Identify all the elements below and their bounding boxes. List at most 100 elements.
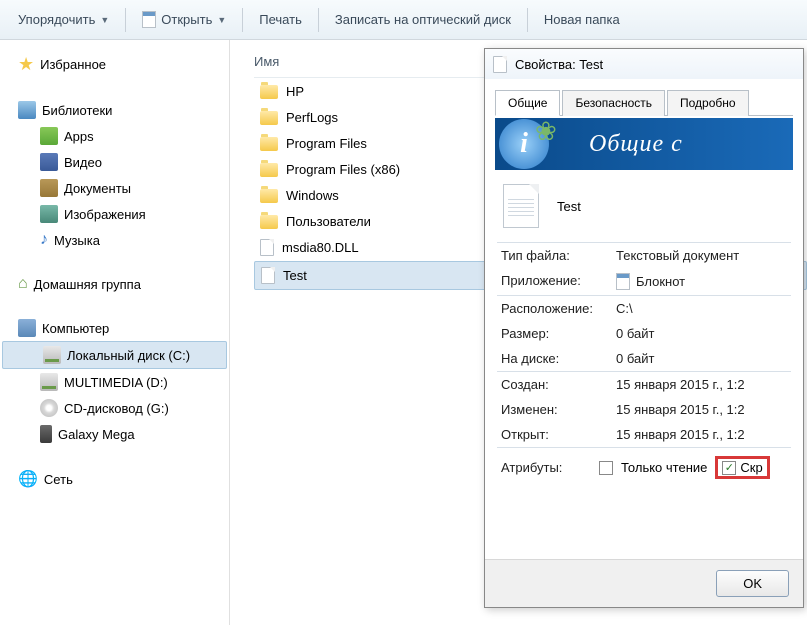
separator (125, 8, 126, 32)
file-header: Test (495, 170, 793, 242)
dialog-titlebar[interactable]: Свойства: Test (485, 49, 803, 79)
banner-text: Общие с (589, 131, 683, 158)
dialog-button-bar: OK (485, 559, 803, 607)
drive-c[interactable]: Локальный диск (C:) (2, 341, 227, 369)
homegroup-label: Домашняя группа (34, 277, 141, 292)
readonly-label: Только чтение (621, 460, 707, 475)
lib-label: Видео (64, 155, 102, 170)
lib-label: Apps (64, 129, 94, 144)
music-icon: ♪ (40, 231, 48, 249)
hidden-label: Скр (740, 460, 762, 475)
file-icon (493, 56, 507, 73)
disk-label: На диске: (501, 351, 616, 366)
ok-button[interactable]: OK (716, 570, 789, 597)
file-name: HP (286, 84, 304, 99)
notepad-icon (616, 273, 630, 290)
file-icon (261, 267, 275, 284)
app-value: Блокнот (616, 273, 787, 290)
disk-icon (43, 346, 61, 364)
network-label: Сеть (44, 472, 73, 487)
tab-general[interactable]: Общие (495, 90, 560, 116)
lib-label: Музыка (54, 233, 100, 248)
opened-label: Открыт: (501, 427, 616, 442)
folder-icon (260, 137, 278, 151)
folder-icon (260, 189, 278, 203)
tab-security[interactable]: Безопасность (562, 90, 665, 116)
folder-icon (260, 163, 278, 177)
tab-details[interactable]: Подробно (667, 90, 749, 116)
folder-icon (260, 85, 278, 99)
drive-d[interactable]: MULTIMEDIA (D:) (0, 369, 229, 395)
hidden-checkbox[interactable] (722, 461, 736, 475)
file-name: PerfLogs (286, 110, 338, 125)
attr-label: Атрибуты: (501, 460, 591, 475)
type-value: Текстовый документ (616, 248, 787, 263)
lib-images[interactable]: Изображения (0, 201, 229, 227)
favorites-label: Избранное (40, 57, 106, 72)
burn-label: Записать на оптический диск (335, 12, 511, 27)
open-button[interactable]: Открыть ▼ (134, 7, 234, 32)
network-node[interactable]: 🌐 Сеть (0, 465, 229, 493)
app-name: Блокнот (636, 274, 685, 289)
favorites-node[interactable]: ★ Избранное (0, 50, 229, 79)
type-label: Тип файла: (501, 248, 616, 263)
chevron-down-icon: ▼ (217, 15, 226, 25)
drive-cd[interactable]: CD-дисковод (G:) (0, 395, 229, 421)
separator (318, 8, 319, 32)
drive-label: CD-дисковод (G:) (64, 401, 169, 416)
tab-strip: Общие Безопасность Подробно (495, 89, 793, 116)
new-folder-label: Новая папка (544, 12, 620, 27)
large-file-icon (503, 184, 539, 228)
loc-label: Расположение: (501, 301, 616, 316)
modified-value: 15 января 2015 г., 1:2 (616, 402, 787, 417)
banner: i ❀ Общие с (495, 118, 793, 170)
file-icon (260, 239, 274, 256)
disk-icon (40, 373, 58, 391)
created-label: Создан: (501, 377, 616, 392)
video-icon (40, 153, 58, 171)
star-icon: ★ (18, 54, 34, 75)
folder-icon (260, 215, 278, 229)
computer-icon (18, 319, 36, 337)
created-value: 15 января 2015 г., 1:2 (616, 377, 787, 392)
loc-value: C:\ (616, 301, 787, 316)
images-icon (40, 205, 58, 223)
disk-value: 0 байт (616, 351, 787, 366)
readonly-checkbox[interactable] (599, 461, 613, 475)
app-label: Приложение: (501, 273, 616, 290)
file-name: Test (283, 268, 307, 283)
toolbar: Упорядочить ▼ Открыть ▼ Печать Записать … (0, 0, 807, 40)
file-name: Program Files (x86) (286, 162, 400, 177)
separator (242, 8, 243, 32)
dialog-title: Свойства: Test (515, 57, 603, 72)
lib-label: Документы (64, 181, 131, 196)
burn-button[interactable]: Записать на оптический диск (327, 8, 519, 31)
folder-icon (260, 111, 278, 125)
lib-documents[interactable]: Документы (0, 175, 229, 201)
modified-label: Изменен: (501, 402, 616, 417)
computer-node[interactable]: Компьютер (0, 315, 229, 341)
open-label: Открыть (161, 12, 212, 27)
drive-label: Локальный диск (C:) (67, 348, 190, 363)
lib-label: Изображения (64, 207, 146, 222)
documents-icon (40, 179, 58, 197)
hidden-highlight: Скр (715, 456, 769, 479)
lib-video[interactable]: Видео (0, 149, 229, 175)
lib-apps[interactable]: Apps (0, 123, 229, 149)
new-folder-button[interactable]: Новая папка (536, 8, 628, 31)
libraries-node[interactable]: Библиотеки (0, 97, 229, 123)
phone-icon (40, 425, 52, 443)
notepad-icon (142, 11, 156, 28)
file-name-value: Test (557, 199, 581, 214)
homegroup-node[interactable]: ⌂ Домашняя группа (0, 271, 229, 297)
libraries-label: Библиотеки (42, 103, 112, 118)
lib-music[interactable]: ♪ Музыка (0, 227, 229, 253)
chevron-down-icon: ▼ (100, 15, 109, 25)
file-name: Windows (286, 188, 339, 203)
size-label: Размер: (501, 326, 616, 341)
drive-phone[interactable]: Galaxy Mega (0, 421, 229, 447)
file-name: Program Files (286, 136, 367, 151)
separator (527, 8, 528, 32)
print-button[interactable]: Печать (251, 8, 310, 31)
organize-menu[interactable]: Упорядочить ▼ (10, 8, 117, 31)
